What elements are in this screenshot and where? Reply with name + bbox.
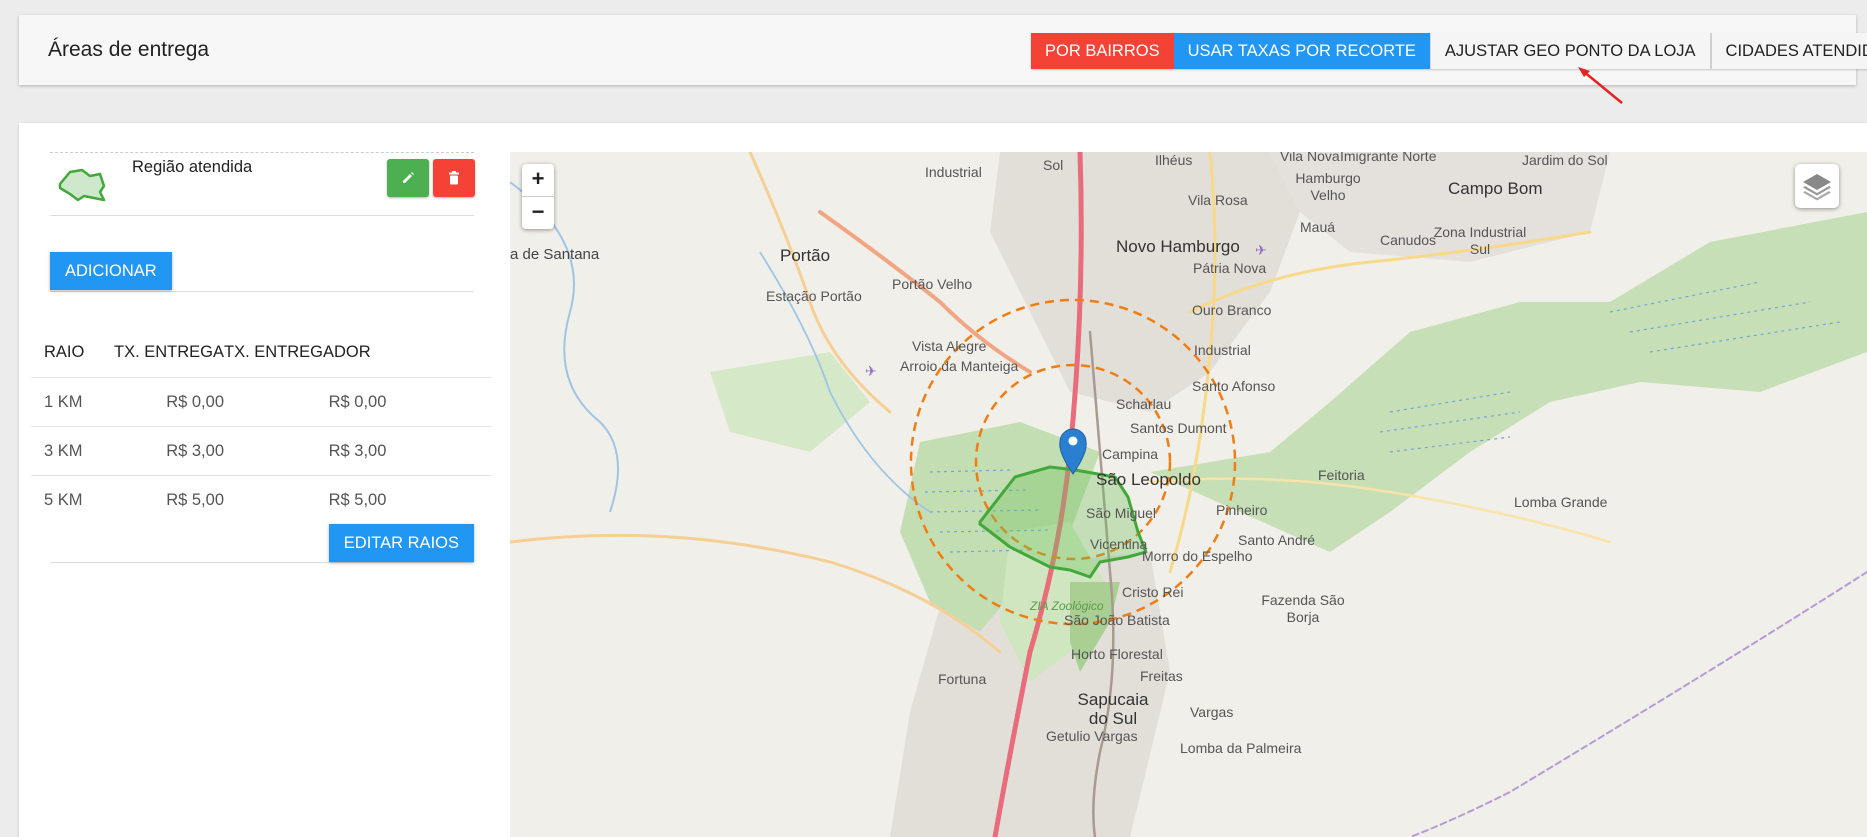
- map-label: Getulio Vargas: [1046, 728, 1138, 744]
- map-label: Vila Nova: [1280, 152, 1340, 164]
- map-label: Ilhéus: [1155, 152, 1193, 168]
- cell-tx-entrega: R$ 3,00: [114, 426, 224, 476]
- map-label: Canudos: [1380, 232, 1437, 248]
- map-label: Sapucaia do Sul: [1077, 690, 1149, 728]
- edit-region-button[interactable]: [387, 159, 429, 197]
- cidades-atendidas-button[interactable]: CIDADES ATENDIDAS: [1709, 33, 1867, 69]
- editar-raios-button[interactable]: EDITAR RAIOS: [328, 524, 474, 562]
- page-title: Áreas de entrega: [48, 38, 210, 61]
- map-label: Novo Hamburgo: [1116, 237, 1240, 256]
- delivery-map[interactable]: ✈ ✈ + − Ilhéus Vila Nova Imigrante Norte…: [510, 152, 1867, 837]
- map-layers-button[interactable]: [1795, 164, 1839, 208]
- map-zoom-control: + −: [522, 164, 554, 229]
- map-label: Estação Portão: [766, 288, 862, 304]
- delete-region-button[interactable]: [433, 159, 475, 197]
- map-label: Vista Alegre: [912, 338, 987, 354]
- cell-tx-entregador: R$ 3,00: [224, 426, 491, 476]
- map-label: Campina: [1102, 446, 1159, 462]
- usar-taxas-por-recorte-button[interactable]: USAR TAXAS POR RECORTE: [1173, 33, 1430, 69]
- map-label: Industrial: [925, 164, 982, 180]
- por-bairros-button[interactable]: POR BAIRROS: [1031, 33, 1174, 69]
- map-label: Hamburgo Velho: [1295, 170, 1361, 203]
- region-label: Região atendida: [132, 158, 253, 176]
- table-header-row: RAIO TX. ENTREGA TX. ENTREGADOR: [31, 327, 491, 378]
- add-row: ADICIONAR: [50, 252, 474, 292]
- map-label: Lomba Grande: [1514, 494, 1608, 510]
- ajustar-geo-ponto-button[interactable]: AJUSTAR GEO PONTO DA LOJA: [1429, 33, 1710, 69]
- map-label: Santo André: [1238, 532, 1316, 548]
- map-label: Campo Bom: [1448, 179, 1543, 198]
- cell-tx-entrega: R$ 0,00: [114, 377, 224, 427]
- zoom-out-button[interactable]: −: [522, 197, 554, 229]
- map-label: Industrial: [1194, 342, 1251, 358]
- map-label: Portão Velho: [892, 276, 973, 292]
- map-label: Scharlau: [1116, 396, 1172, 412]
- region-item: Região atendida: [50, 152, 475, 216]
- map-label: Arroio da Manteiga: [900, 358, 1019, 374]
- map-label: Sol: [1043, 157, 1064, 173]
- table-row: 1 KM R$ 0,00 R$ 0,00: [31, 377, 491, 427]
- svg-text:✈: ✈: [1255, 243, 1267, 259]
- map-label: Lomba da Palmeira: [1180, 740, 1302, 756]
- map-label: Fazenda São Borja: [1261, 592, 1345, 625]
- map-label: Portão: [780, 246, 831, 265]
- map-label: São João Batista: [1064, 612, 1170, 628]
- cell-tx-entrega: R$ 5,00: [166, 490, 224, 509]
- map-label: Ouro Branco: [1192, 302, 1272, 318]
- cell-raio: 3 KM: [31, 426, 114, 476]
- cell-raio: 1 KM: [31, 377, 114, 427]
- red-arrow-annotation: [1578, 67, 1623, 104]
- layers-icon: [1803, 174, 1831, 201]
- map-label: Santos Dumont: [1130, 420, 1227, 436]
- map-label: São Miguel: [1086, 505, 1157, 521]
- region-polygon-icon: [58, 168, 106, 202]
- zoom-in-button[interactable]: +: [522, 164, 554, 197]
- header-tx-entregador: TX. ENTREGADOR: [224, 327, 491, 378]
- trash-icon: [449, 171, 459, 185]
- header-tx-entrega: TX. ENTREGA: [114, 327, 224, 378]
- map-label: Vila Rosa: [1188, 192, 1248, 208]
- cell-raio: 5 KM: [44, 490, 83, 509]
- map-label: Horto Florestal: [1071, 646, 1163, 662]
- adicionar-button[interactable]: ADICIONAR: [50, 252, 172, 290]
- map-label: Fortuna: [938, 671, 987, 687]
- map-label: Vargas: [1190, 704, 1234, 720]
- map-label: Morro do Espelho: [1142, 548, 1253, 564]
- edit-radii-row: EDITAR RAIOS: [50, 522, 474, 563]
- radii-table: RAIO TX. ENTREGA TX. ENTREGADOR 1 KM R$ …: [31, 327, 491, 524]
- map-label: Imigrante Norte: [1340, 152, 1437, 164]
- map-label: São Leopoldo: [1096, 470, 1201, 489]
- table-row: 5 KM R$ 5,00 R$ 5,00: [31, 476, 491, 525]
- map-label: a de Santana: [510, 246, 600, 263]
- map-label: Pátria Nova: [1193, 260, 1267, 276]
- svg-text:✈: ✈: [865, 364, 877, 380]
- map-label: Vicentina: [1090, 536, 1148, 552]
- map-label: Pinheiro: [1216, 502, 1268, 518]
- map-label: Jardim do Sol: [1522, 152, 1608, 168]
- map-label: Mauá: [1300, 219, 1336, 235]
- map-label: Freitas: [1140, 668, 1183, 684]
- map-label: Zona Industrial Sul: [1433, 224, 1527, 257]
- map-label: Cristo Rei: [1122, 584, 1184, 600]
- table-row: 3 KM R$ 3,00 R$ 3,00: [31, 426, 491, 476]
- pencil-icon: [403, 172, 414, 183]
- cell-tx-entregador: R$ 5,00: [328, 490, 387, 509]
- header-toolbar: POR BAIRROS USAR TAXAS POR RECORTE AJUST…: [1031, 33, 1867, 69]
- map-label: Feitoria: [1318, 467, 1365, 483]
- map-label: ZIA Zoológico: [1030, 599, 1104, 613]
- cell-tx-entregador: R$ 0,00: [224, 377, 491, 427]
- header-raio: RAIO: [31, 327, 114, 378]
- map-label: Santo Afonso: [1192, 378, 1276, 394]
